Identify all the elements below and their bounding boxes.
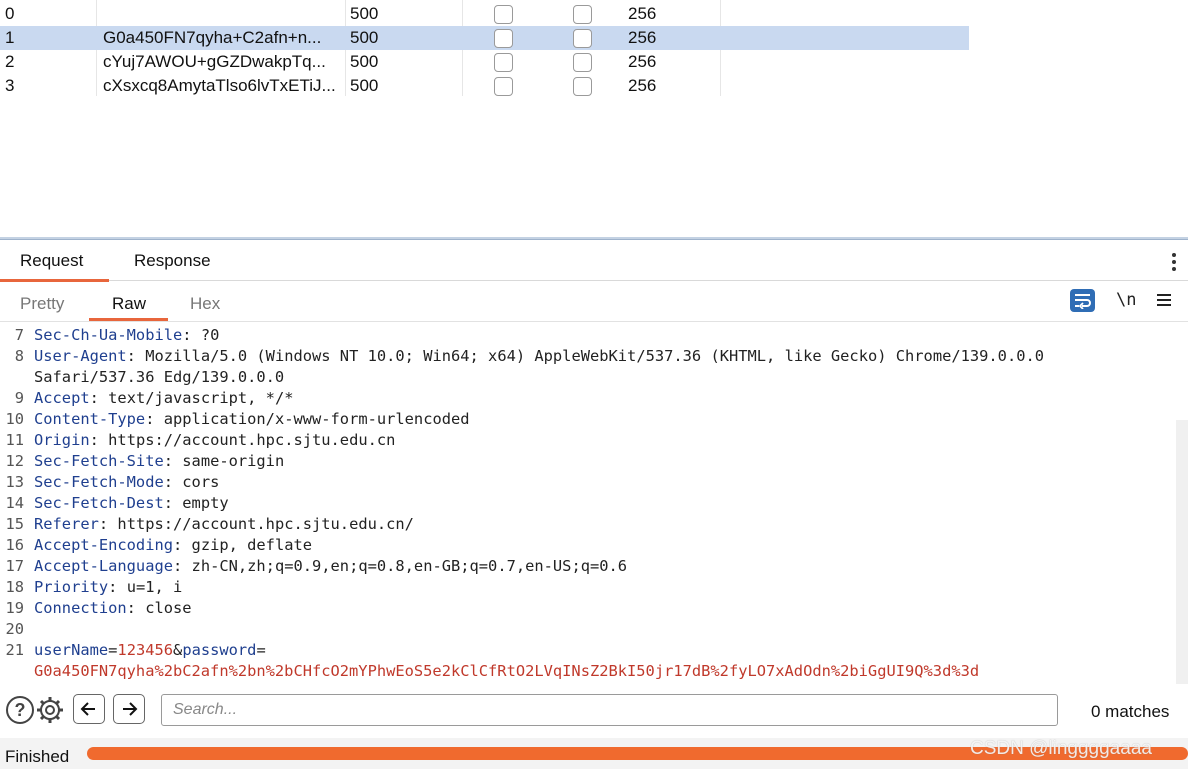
gear-icon[interactable] — [36, 696, 64, 724]
watermark: CSDN @linggggaaaa — [970, 738, 1152, 759]
timeout-checkbox[interactable] — [573, 5, 592, 24]
error-checkbox[interactable] — [494, 29, 513, 48]
row-index: 1 — [5, 28, 15, 47]
arrow-right-icon — [123, 702, 138, 716]
view-mode-tabs: Pretty Raw Hex \n — [0, 282, 1188, 322]
match-count: 0 matches — [1091, 702, 1170, 721]
tab-pretty[interactable]: Pretty — [20, 294, 64, 314]
editor-line: 12 Sec-Fetch-Site: same-origin — [5, 452, 285, 470]
tab-raw[interactable]: Raw — [88, 294, 169, 321]
editor-line: 18 Priority: u=1, i — [5, 578, 183, 596]
error-checkbox[interactable] — [494, 77, 513, 96]
row-payload — [103, 2, 343, 26]
password-value: G0a450FN7qyha%2bC2afn%2bn%2bCHfcO2mYPhwE… — [34, 662, 980, 680]
editor-line-body-wrap: G0a450FN7qyha%2bC2afn%2bn%2bCHfcO2mYPhwE… — [0, 661, 1170, 682]
search-input[interactable] — [161, 694, 1058, 726]
timeout-checkbox[interactable] — [573, 77, 592, 96]
more-options-icon[interactable] — [1172, 253, 1176, 271]
tab-request[interactable]: Request — [0, 251, 110, 282]
tab-hex[interactable]: Hex — [190, 294, 220, 314]
table-row[interactable]: 1 G0a450FN7qyha+C2afn+n... 500 256 — [0, 26, 969, 50]
wrap-lines-icon[interactable] — [1070, 289, 1095, 312]
pane-splitter[interactable] — [0, 237, 1188, 240]
row-index: 3 — [5, 76, 15, 95]
table-row[interactable]: 3 cXsxcq8AmytaTlso6lvTxETiJ... 500 256 — [0, 74, 969, 98]
error-checkbox[interactable] — [494, 5, 513, 24]
editor-line-body: 21 userName=123456&password= — [5, 641, 266, 659]
request-response-tabs: Request Response — [0, 241, 1188, 282]
status-bar: Finished CSDN @linggggaaaa — [0, 738, 1188, 769]
row-status: 500 — [350, 4, 379, 23]
editor-line: 9 Accept: text/javascript, */* — [14, 389, 294, 407]
search-bar: ? 0 matches — [0, 684, 1188, 738]
editor-line: 7 Sec-Ch-Ua-Mobile: ?0 — [14, 326, 220, 344]
row-length: 256 — [628, 52, 657, 71]
hamburger-menu-icon[interactable] — [1157, 294, 1171, 306]
row-status: 500 — [350, 28, 379, 47]
editor-scrollbar[interactable] — [1176, 420, 1188, 684]
status-text: Finished — [5, 747, 70, 766]
previous-match-button[interactable] — [73, 694, 105, 724]
editor-line: 13 Sec-Fetch-Mode: cors — [5, 473, 220, 491]
error-checkbox[interactable] — [494, 53, 513, 72]
editor-line: 16 Accept-Encoding: gzip, deflate — [5, 536, 313, 554]
results-table: 0 500 256 1 G0a450FN7qyha+C2afn+n... 500… — [0, 0, 1188, 238]
table-row[interactable]: 0 500 256 — [0, 2, 969, 26]
editor-line: 17 Accept-Language: zh-CN,zh;q=0.9,en;q=0… — [5, 557, 628, 575]
row-index: 2 — [5, 52, 15, 71]
row-length: 256 — [628, 4, 657, 23]
table-row[interactable]: 2 cYuj7AWOU+gGZDwakpTq... 500 256 — [0, 50, 969, 74]
editor-line: 10 Content-Type: application/x-www-form-u… — [5, 410, 470, 428]
editor-line: Safari/537.36 Edg/139.0.0.0 — [34, 368, 285, 386]
editor-line: 11 Origin: https://account.hpc.sjtu.edu.c… — [5, 431, 396, 449]
editor-line: 20 — [5, 620, 24, 638]
timeout-checkbox[interactable] — [573, 29, 592, 48]
row-payload: cXsxcq8AmytaTlso6lvTxETiJ... — [103, 76, 336, 95]
editor-line: 15 Referer: https://account.hpc.sjtu.edu.… — [5, 515, 414, 533]
row-payload: G0a450FN7qyha+C2afn+n... — [103, 28, 322, 47]
editor-line: 19 Connection: close — [5, 599, 192, 617]
timeout-checkbox[interactable] — [573, 53, 592, 72]
newline-toggle-button[interactable]: \n — [1116, 290, 1136, 310]
editor-line: 14 Sec-Fetch-Dest: empty — [5, 494, 229, 512]
arrow-left-icon — [80, 702, 95, 716]
row-status: 500 — [350, 52, 379, 71]
raw-request-editor[interactable]: 7 Sec-Ch-Ua-Mobile: ?0 8 User-Agent: Mozil… — [0, 322, 1188, 684]
row-length: 256 — [628, 28, 657, 47]
row-index: 0 — [5, 4, 15, 23]
row-length: 256 — [628, 76, 657, 95]
row-status: 500 — [350, 76, 379, 95]
row-payload: cYuj7AWOU+gGZDwakpTq... — [103, 52, 326, 71]
editor-line: 8 User-Agent: Mozilla/5.0 (Windows NT 10.… — [14, 347, 1045, 365]
tab-response[interactable]: Response — [134, 251, 211, 271]
help-icon[interactable]: ? — [6, 696, 34, 724]
next-match-button[interactable] — [113, 694, 145, 724]
